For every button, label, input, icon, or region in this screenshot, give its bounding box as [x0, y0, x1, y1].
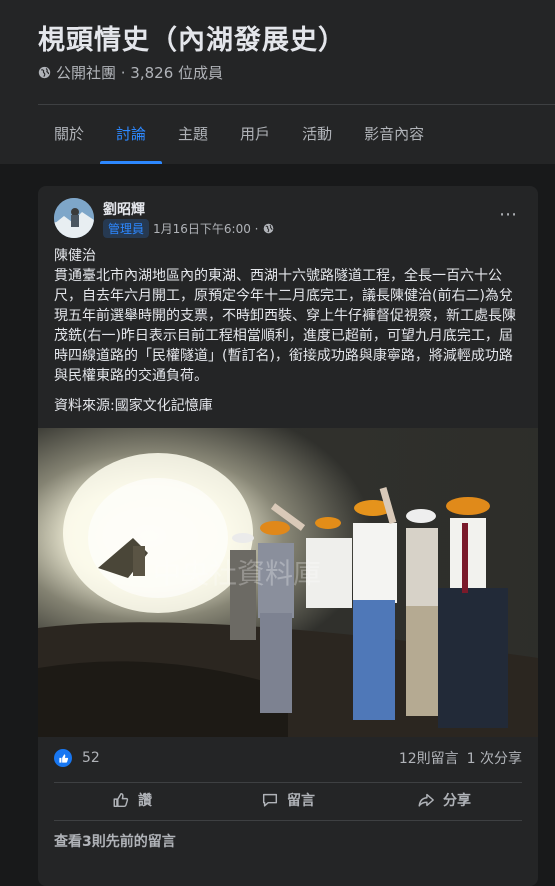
group-tabs: 關於 討論 主題 用戶 活動 影音內容 — [38, 105, 440, 164]
share-button-label: 分享 — [443, 793, 471, 809]
post-actions: 讚 留言 分享 — [54, 786, 522, 814]
post-source: 資料來源:國家文化記憶庫 — [54, 398, 213, 414]
group-meta-text: 公開社團 · 3,826 位成員 — [56, 64, 224, 82]
view-previous-comments-link[interactable]: 查看3則先前的留言 — [54, 831, 176, 851]
like-reaction-icon[interactable] — [54, 749, 72, 767]
share-count[interactable]: 1 次分享 — [467, 748, 522, 768]
admin-badge: 管理員 — [103, 219, 150, 238]
like-count[interactable]: 52 — [82, 750, 100, 766]
comment-count[interactable]: 12則留言 — [399, 748, 459, 768]
tab-about[interactable]: 關於 — [38, 105, 100, 164]
post-timestamp[interactable]: 1月16日下午6:00 · — [153, 220, 258, 237]
post-meta: 管理員 1月16日下午6:00 · — [103, 219, 274, 238]
thumbs-up-icon — [113, 792, 129, 808]
post-stats: 52 12則留言 1 次分享 — [54, 749, 522, 767]
post-text: 貫通臺北市內湖地區內的東湖、西湖十六號路隧道工程，全長一百六十公尺，自去年六月開… — [54, 268, 516, 384]
like-button-label: 讚 — [138, 793, 152, 809]
globe-icon — [263, 223, 273, 234]
comment-icon — [262, 793, 278, 807]
post-author[interactable]: 劉昭輝 — [103, 199, 145, 219]
like-button[interactable]: 讚 — [54, 786, 210, 814]
post-body: 陳健治 貫通臺北市內湖地區內的東湖、西湖十六號路隧道工程，全長一百六十公尺，自去… — [54, 246, 524, 416]
avatar[interactable] — [54, 198, 94, 238]
comment-button[interactable]: 留言 — [210, 786, 366, 814]
tab-media[interactable]: 影音內容 — [348, 105, 440, 164]
tab-topics[interactable]: 主題 — [162, 105, 224, 164]
tab-members[interactable]: 用戶 — [224, 105, 286, 164]
comment-button-label: 留言 — [287, 793, 315, 809]
more-options-icon[interactable]: ⋯ — [499, 204, 518, 225]
group-header: 梘頭情史（內湖發展史） 公開社團 · 3,826 位成員 關於 討論 主題 用戶… — [0, 0, 555, 164]
group-meta: 公開社團 · 3,826 位成員 — [38, 62, 223, 83]
group-title: 梘頭情史（內湖發展史） — [38, 25, 346, 56]
photo-watermark: 中央社資料庫 — [153, 557, 321, 590]
tab-discussion[interactable]: 討論 — [100, 105, 163, 164]
tab-events[interactable]: 活動 — [286, 105, 348, 164]
post-caption-title: 陳健治 — [54, 248, 96, 264]
tunnel-photo: 中央社資料庫 — [38, 428, 538, 737]
actions-divider — [54, 820, 522, 821]
share-button[interactable]: 分享 — [366, 786, 522, 814]
globe-icon — [38, 66, 51, 79]
avatar-image — [54, 198, 94, 238]
stats-divider — [54, 782, 522, 783]
post-photo[interactable]: 中央社資料庫 — [38, 428, 538, 737]
post-card: 劉昭輝 管理員 1月16日下午6:00 · ⋯ 陳健治 貫通臺北市內湖地區內的東… — [38, 186, 538, 886]
share-icon — [418, 793, 434, 807]
